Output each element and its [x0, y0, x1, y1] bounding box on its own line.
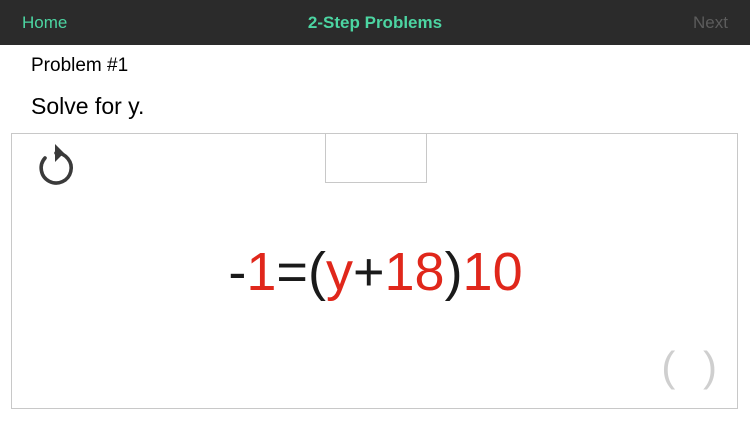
- navigation-bar: Home 2-Step Problems Next: [0, 0, 750, 45]
- equation-workspace: -1=(y+18)10 ( ): [11, 133, 738, 409]
- equation-token-plus[interactable]: +: [353, 242, 385, 302]
- operation-drop-box[interactable]: [325, 133, 427, 183]
- parentheses-tool-button[interactable]: ( ): [661, 342, 725, 392]
- equation-token-one[interactable]: 1: [246, 242, 276, 302]
- equation-token-open-paren[interactable]: (: [308, 242, 326, 302]
- problem-instruction: Solve for y.: [31, 93, 145, 119]
- equation-token-close-paren[interactable]: ): [445, 242, 463, 302]
- equation-token-ten[interactable]: 10: [463, 242, 523, 302]
- page-title: 2-Step Problems: [307, 13, 443, 32]
- equation-token-variable-y[interactable]: y: [326, 242, 353, 302]
- equation-token-minus[interactable]: -: [228, 242, 246, 302]
- undo-button[interactable]: [30, 142, 76, 188]
- next-button[interactable]: Next: [693, 0, 728, 45]
- equation: -1=(y+18)10: [12, 240, 739, 304]
- equation-token-eighteen[interactable]: 18: [384, 242, 444, 302]
- undo-icon: [39, 144, 73, 185]
- problem-number: Problem #1: [31, 55, 129, 76]
- equation-token-equals: =: [276, 242, 308, 302]
- home-button[interactable]: Home: [22, 0, 67, 45]
